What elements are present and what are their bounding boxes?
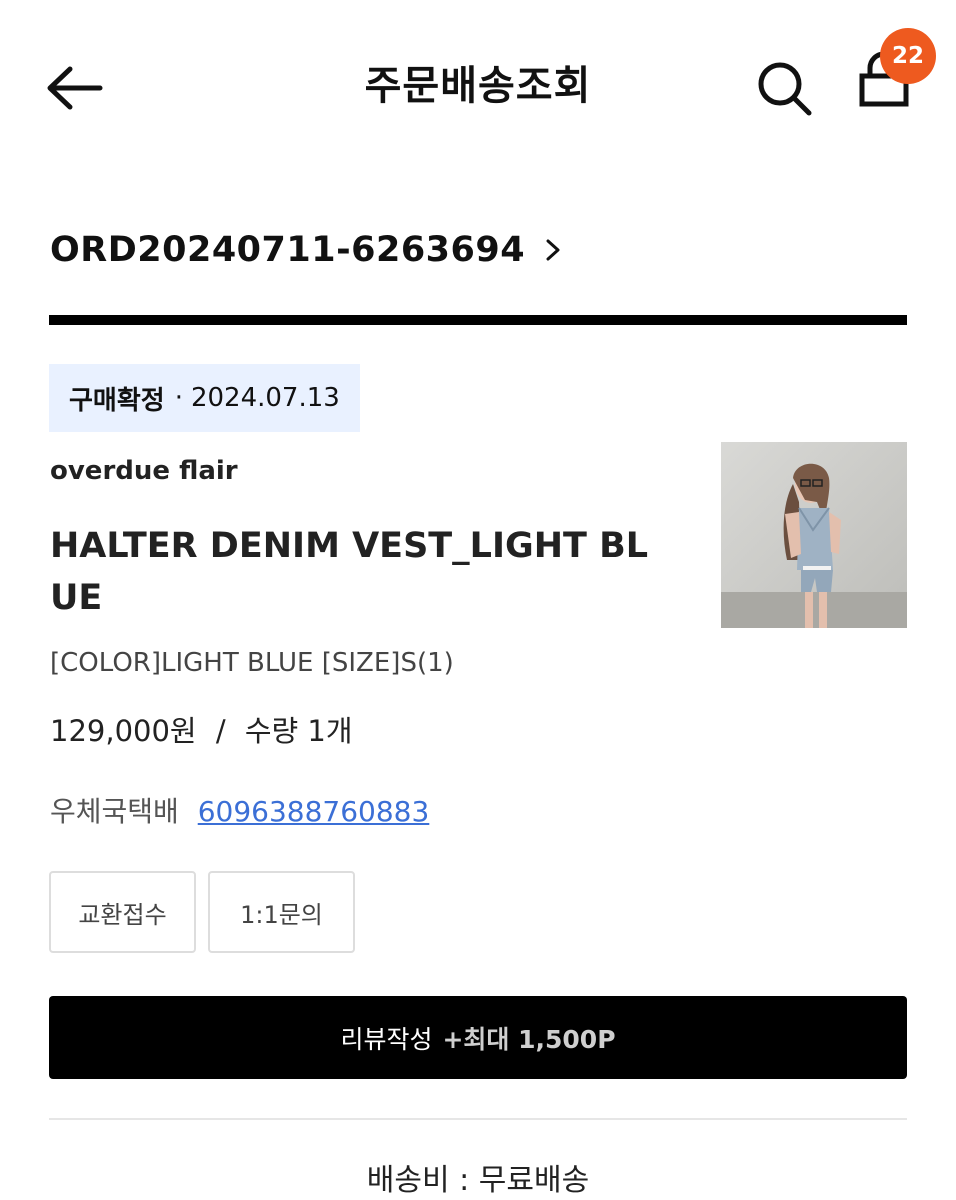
shipping-fee: 배송비 : 무료배송 <box>366 1163 590 1198</box>
price-separator: / <box>215 714 226 748</box>
price-quantity-line: 129,000원 / 수량 1개 <box>50 708 353 750</box>
product-thumbnail[interactable] <box>721 442 907 628</box>
write-review-button[interactable]: 리뷰작성 +최대 1,500P <box>49 996 907 1079</box>
order-status-badge: 구매확정 · 2024.07.13 <box>49 364 360 432</box>
order-number: ORD20240711-6263694 <box>50 230 526 270</box>
review-label: 리뷰작성 <box>340 1024 433 1054</box>
status-separator: · <box>174 383 183 413</box>
product-price: 129,000원 <box>50 714 197 748</box>
search-icon <box>758 62 812 116</box>
chevron-right-icon <box>546 239 560 261</box>
cart-count-badge: 22 <box>880 28 936 84</box>
divider <box>49 1118 907 1120</box>
section-divider <box>49 315 907 325</box>
tracking-number-link[interactable]: 6096388760883 <box>198 795 430 828</box>
status-date: 2024.07.13 <box>190 383 340 413</box>
courier-name: 우체국택배 <box>50 795 179 828</box>
product-photo-icon <box>721 442 907 628</box>
delivery-info: 우체국택배 6096388760883 <box>50 790 429 830</box>
inquiry-button[interactable]: 1:1문의 <box>208 871 355 953</box>
review-points: +최대 1,500P <box>442 1024 616 1054</box>
product-option: [COLOR]LIGHT BLUE [SIZE]S(1) <box>50 648 454 678</box>
brand-name: overdue flair <box>50 456 238 486</box>
app-header: 주문배송조회 22 <box>0 0 956 170</box>
status-label: 구매확정 <box>69 385 165 416</box>
exchange-request-button[interactable]: 교환접수 <box>49 871 196 953</box>
product-name: HALTER DENIM VEST_LIGHT BLUE <box>50 526 649 618</box>
search-button[interactable] <box>752 56 816 120</box>
order-number-link[interactable]: ORD20240711-6263694 <box>50 222 563 278</box>
product-quantity: 수량 1개 <box>244 714 353 748</box>
